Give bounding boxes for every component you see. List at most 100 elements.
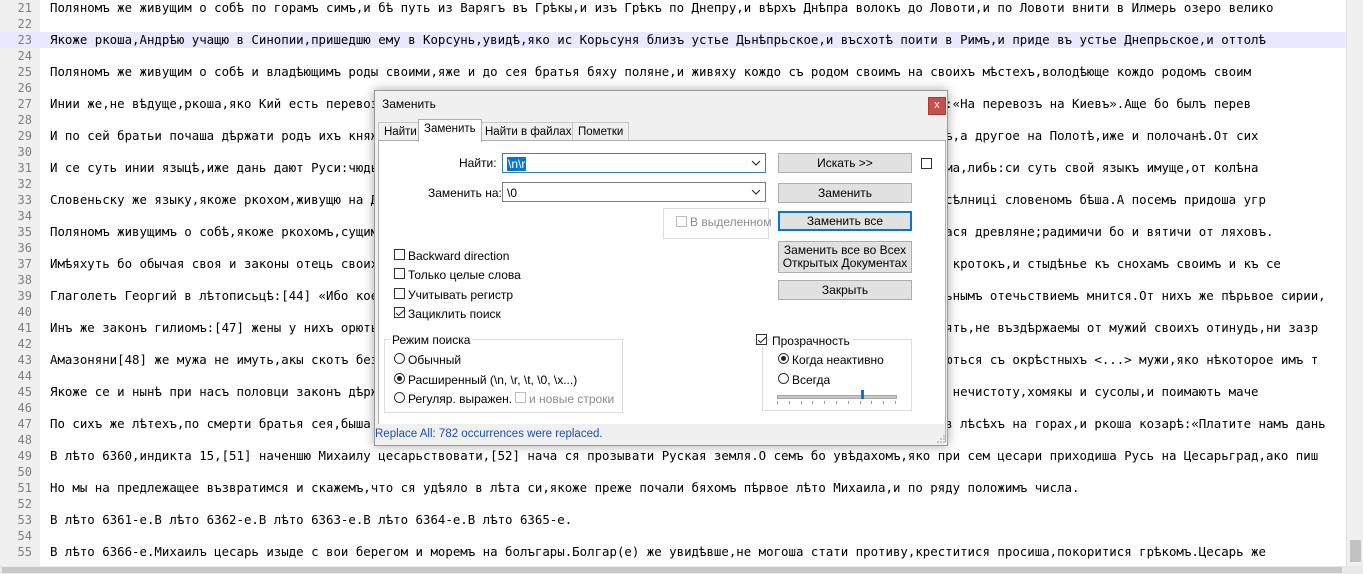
- line-number: 24: [17, 49, 32, 63]
- horizontal-scrollbar[interactable]: [0, 566, 1363, 574]
- replace-input[interactable]: \0: [502, 182, 766, 202]
- slider-tick: [895, 401, 896, 404]
- line-number: 53: [17, 513, 32, 527]
- line-text: В лѣто 6360,индикта 15,[51] наченшю Миха…: [50, 448, 1319, 463]
- line-number: 35: [17, 225, 32, 239]
- slider-tick: [824, 401, 826, 404]
- line-number: 41: [17, 321, 32, 335]
- line-number: 38: [17, 273, 32, 287]
- mode-extended-radio[interactable]: [394, 373, 405, 384]
- line-number: 37: [17, 257, 32, 271]
- line-number: 43: [17, 353, 32, 367]
- wrap-around-checkbox[interactable]: [394, 307, 405, 318]
- replace-all-button[interactable]: Заменить все: [778, 211, 912, 231]
- transparency-checkbox[interactable]: [756, 334, 767, 345]
- line-number: 28: [17, 113, 32, 127]
- line-number: 44: [17, 369, 32, 383]
- line-text: Поляномъ же живущим о собѣ и владѣющимъ …: [50, 64, 1252, 79]
- mode-normal-radio[interactable]: [394, 353, 405, 364]
- line-number: 54: [17, 529, 32, 543]
- find-input[interactable]: \n\r: [502, 153, 766, 173]
- transparency-always-label: Всегда: [792, 373, 831, 387]
- line-number: 39: [17, 289, 32, 303]
- line-text: Якоже ркоша,Андрѣю учащю в Синопии,прише…: [50, 32, 1266, 47]
- resize-grip-icon[interactable]: [937, 435, 945, 443]
- search-mode-title: Режим поиска: [390, 333, 473, 347]
- line-number: 33: [17, 193, 32, 207]
- line-text: В лѣто 6361-е.В лѣто 6362-е.В лѣто 6363-…: [50, 512, 573, 527]
- close-button[interactable]: Закрыть: [778, 280, 912, 300]
- status-message: Replace All: 782 occurrences were replac…: [375, 424, 945, 444]
- line-number: 34: [17, 209, 32, 223]
- slider-tick: [847, 401, 849, 404]
- line-number: 29: [17, 129, 32, 143]
- slider-tick: [812, 401, 814, 404]
- find-next-button[interactable]: Искать >>: [778, 153, 912, 173]
- mode-extended-label: Расширенный (\n, \r, \t, \0, \x...): [408, 373, 578, 387]
- line-text: Но мы на предлежащее възвратимся и скаже…: [50, 480, 1080, 495]
- line-number: 25: [17, 65, 32, 79]
- find-input-value: \n\r: [507, 157, 527, 171]
- line-number: 51: [17, 481, 32, 495]
- line-number: 27: [17, 97, 32, 111]
- transparency-inactive-radio[interactable]: [778, 353, 789, 364]
- slider-tick: [788, 401, 790, 404]
- line-number: 21: [17, 1, 32, 15]
- transparency-always-radio[interactable]: [778, 373, 789, 384]
- editor-line[interactable]: 23 Якоже ркоша,Андрѣю учащю в Синопии,при…: [0, 32, 1346, 48]
- line-number: 52: [17, 497, 32, 511]
- chevron-down-icon[interactable]: [751, 183, 761, 201]
- line-number: 46: [17, 401, 32, 415]
- vertical-scroll-thumb[interactable]: [1350, 540, 1361, 562]
- horizontal-scroll-thumb[interactable]: [2, 567, 1342, 573]
- replace-input-value: \0: [507, 186, 518, 200]
- replace-button[interactable]: Заменить: [778, 183, 912, 203]
- transparency-inactive-label: Когда неактивно: [792, 353, 884, 367]
- mode-normal-label: Обычный: [408, 353, 462, 367]
- in-selection-checkbox[interactable]: [676, 216, 687, 227]
- line-number: 32: [17, 177, 32, 191]
- dot-newline-checkbox[interactable]: [515, 392, 526, 403]
- match-case-label: Учитывать регистр: [408, 288, 514, 302]
- transparency-label: Прозрачность: [770, 334, 852, 348]
- chevron-down-icon[interactable]: [751, 154, 761, 172]
- transparency-slider[interactable]: [777, 395, 897, 399]
- line-number: 55: [17, 545, 32, 559]
- expand-checkbox[interactable]: [921, 158, 932, 169]
- whole-word-checkbox[interactable]: [394, 268, 405, 279]
- line-number: 23: [17, 33, 32, 47]
- line-number: 50: [17, 465, 32, 479]
- line-number: 36: [17, 241, 32, 255]
- line-number: 30: [17, 145, 32, 159]
- line-number: 45: [17, 385, 32, 399]
- mode-regex-label: Регуляр. выражен.: [408, 392, 513, 406]
- replace-all-in-docs-button[interactable]: Заменить все во Всех Открытых Документах: [778, 241, 912, 273]
- line-number: 22: [17, 17, 32, 31]
- dialog-title: Заменить: [382, 97, 436, 111]
- line-text: В лѣто 6366-е.Михаилъ цесарь изыде с вои…: [50, 544, 1266, 559]
- line-number: 47: [17, 417, 32, 431]
- mode-regex-radio[interactable]: [394, 392, 405, 403]
- tab-marks[interactable]: Пометки: [572, 122, 630, 141]
- close-icon[interactable]: x: [928, 97, 946, 115]
- replace-label: Заменить на:: [428, 186, 502, 200]
- slider-tick: [777, 401, 778, 404]
- tab-find-in-files[interactable]: Найти в файлах: [479, 122, 578, 141]
- line-number: 26: [17, 81, 32, 95]
- replace-dialog: Заменить x Найти Заменить Найти в файлах…: [374, 90, 948, 446]
- line-number: 40: [17, 305, 32, 319]
- wrap-around-label: Зациклить поиск: [408, 307, 501, 321]
- dot-newline-label: и новые строки: [529, 392, 615, 406]
- tab-replace[interactable]: Заменить: [418, 119, 482, 142]
- slider-tick: [871, 401, 873, 404]
- vertical-scrollbar[interactable]: [1346, 0, 1363, 566]
- slider-tick: [859, 401, 861, 404]
- transparency-slider-thumb[interactable]: [860, 390, 864, 399]
- whole-word-label: Только целые слова: [408, 268, 521, 282]
- backward-checkbox[interactable]: [394, 249, 405, 260]
- line-text: Поляномъ же живущим о собѣ по горамъ сим…: [50, 0, 1274, 15]
- tab-find[interactable]: Найти: [378, 122, 423, 141]
- line-number: 48: [17, 433, 32, 447]
- find-label: Найти:: [459, 156, 497, 170]
- match-case-checkbox[interactable]: [394, 288, 405, 299]
